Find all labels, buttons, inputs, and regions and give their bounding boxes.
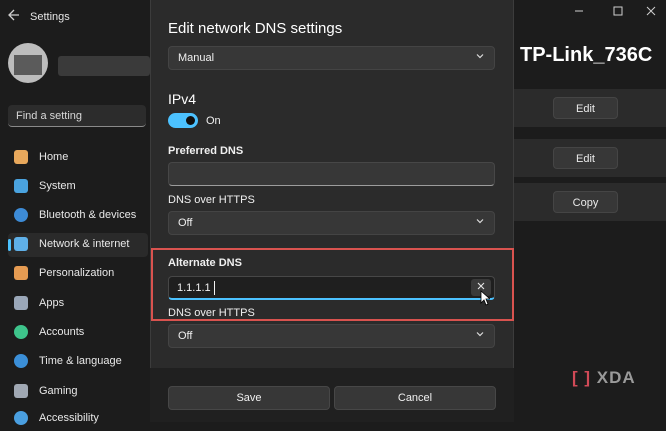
sidebar-item-label: System [39,180,76,192]
cancel-button[interactable]: Cancel [334,386,496,410]
close-icon[interactable] [642,6,660,20]
app-title: Settings [30,11,70,23]
preferred-dns-label: Preferred DNS [168,145,244,157]
sidebar-item-label: Personalization [39,267,115,279]
apps-icon [14,296,28,310]
system-icon [14,179,28,193]
chevron-down-icon [475,51,485,64]
toggle-state-label: On [206,115,221,127]
dialog-title: Edit network DNS settings [168,20,343,37]
ipv4-toggle[interactable] [168,113,198,128]
mouse-pointer-icon [480,290,492,306]
sidebar-item-label: Accounts [39,326,85,338]
sidebar-item-accessibility[interactable]: Accessibility [8,407,148,431]
search-placeholder: Find a setting [16,110,83,122]
select-value: Manual [178,52,215,64]
chevron-down-icon [475,329,485,342]
avatar [8,43,48,83]
copy-button[interactable]: Copy [553,191,618,213]
sidebar-item-home[interactable]: Home [8,146,148,170]
sidebar-item-accounts[interactable]: Accounts [8,321,148,345]
sidebar-item-label: Time & language [39,355,122,367]
sidebar-item-label: Home [39,151,69,163]
bluetooth-icon [14,208,28,222]
network-name-heading: TP-Link_736C [520,44,653,66]
sidebar-item-bluetooth[interactable]: Bluetooth & devices [8,204,148,228]
account-name-redacted [58,56,150,76]
gamepad-icon [14,384,28,398]
save-button[interactable]: Save [168,386,330,410]
search-input[interactable]: Find a setting [8,105,146,127]
sidebar-item-personalization[interactable]: Personalization [8,262,148,286]
edit-button[interactable]: Edit [553,147,618,169]
watermark-bracket: [ ] [572,368,592,387]
watermark-brand: XDA [596,368,636,387]
dns-mode-select[interactable]: Manual [168,46,495,70]
select-value: Off [178,330,193,342]
sidebar-item-apps[interactable]: Apps [8,292,148,316]
sidebar-item-time-language[interactable]: Time & language [8,350,148,374]
sidebar-item-network[interactable]: Network & internet [8,233,148,257]
doh-select-2[interactable]: Off [168,324,495,348]
maximize-icon[interactable] [609,6,627,20]
wifi-icon [14,237,28,251]
sidebar-item-label: Accessibility [39,412,99,424]
sidebar-item-system[interactable]: System [8,175,148,199]
doh-label: DNS over HTTPS [168,194,255,206]
sidebar-item-label: Bluetooth & devices [39,209,137,221]
person-icon [14,325,28,339]
sidebar-item-label: Gaming [39,385,78,397]
toggle-knob [186,116,195,125]
xda-watermark: [ ] XDA [572,368,636,388]
sidebar-item-label: Apps [39,297,65,309]
preferred-dns-field[interactable] [168,162,495,186]
brush-icon [14,266,28,280]
home-icon [14,150,28,164]
edit-button[interactable]: Edit [553,97,618,119]
accessibility-icon [14,411,28,425]
globe-clock-icon [14,354,28,368]
minimize-icon[interactable] [570,6,588,20]
ipv4-section-title: IPv4 [168,91,197,107]
back-arrow-icon[interactable] [8,9,20,23]
chevron-down-icon [475,216,485,229]
sidebar-item-label: Network & internet [39,238,130,250]
doh-select-1[interactable]: Off [168,211,495,235]
sidebar-item-gaming[interactable]: Gaming [8,380,148,404]
select-value: Off [178,217,193,229]
highlight-box [151,248,514,321]
